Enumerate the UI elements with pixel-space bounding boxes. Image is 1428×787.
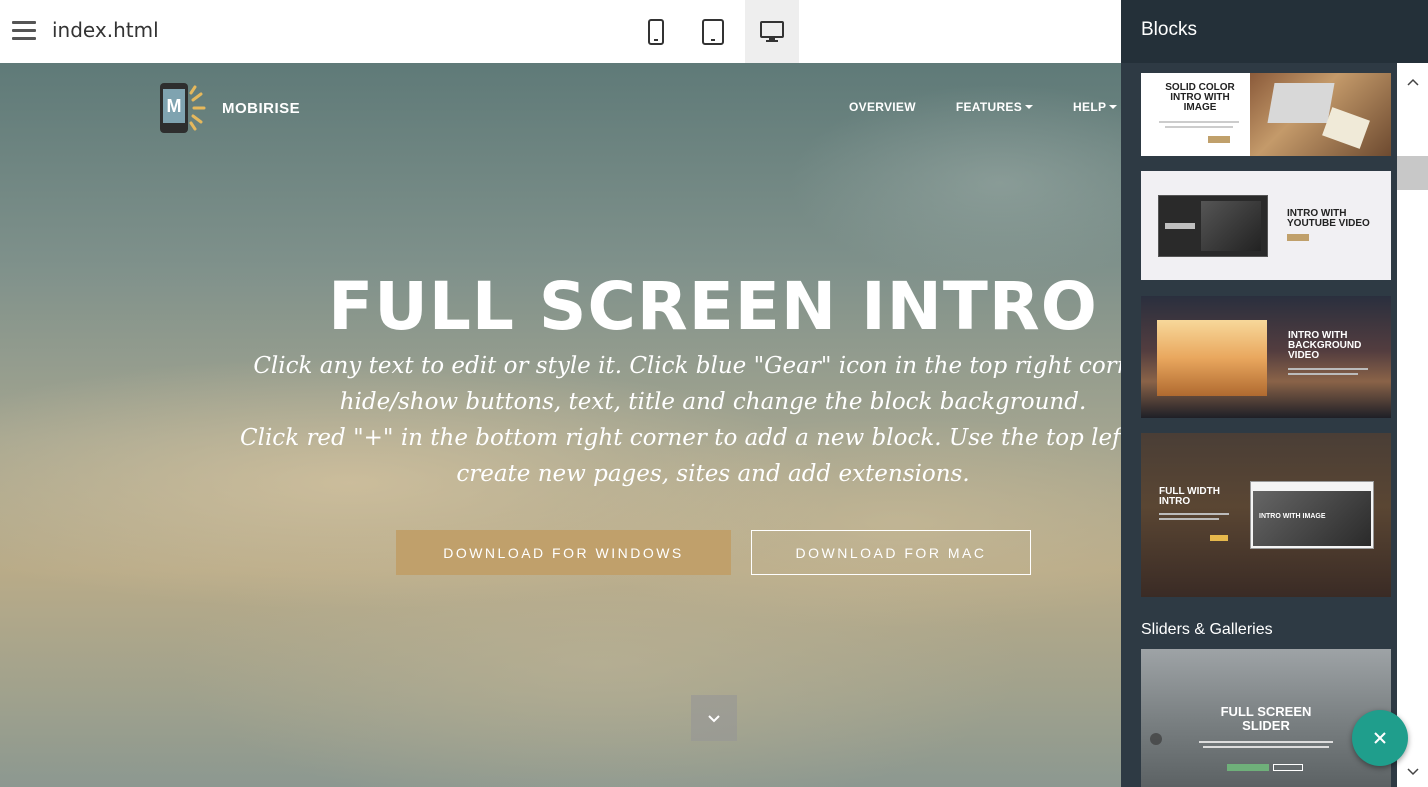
- hero-text-line: hide/show buttons, text, title and chang…: [339, 389, 1087, 415]
- main-nav: OVERVIEW FEATURES HELP: [849, 100, 1121, 114]
- scrollbar-thumb[interactable]: [1397, 156, 1428, 190]
- download-windows-button[interactable]: DOWNLOAD FOR WINDOWS: [396, 530, 731, 575]
- thumb-label: FULL SCREEN SLIDER: [1220, 704, 1312, 733]
- block-thumb-intro-youtube[interactable]: INTRO WITH YOUTUBE VIDEO: [1141, 171, 1391, 280]
- thumb-label: FULL WIDTH INTRO: [1159, 486, 1220, 507]
- thumb-label: SOLID COLOR INTRO WITH IMAGE: [1165, 82, 1235, 113]
- hero-title[interactable]: FULL SCREEN INTRO: [0, 268, 1121, 345]
- hero-text-line: Click red "+" in the bottom right corner…: [240, 425, 1121, 451]
- nav-overview[interactable]: OVERVIEW: [849, 100, 916, 114]
- blocks-panel: Blocks SOLID COLOR INTRO WITH IMAGE INTR…: [1121, 0, 1428, 787]
- brand-name: MOBIRISE: [222, 99, 301, 117]
- desktop-icon: [760, 20, 784, 42]
- top-bar: index.html: [0, 0, 1121, 63]
- block-thumb-full-width-intro[interactable]: FULL WIDTH INTRO INTRO WITH IMAGE: [1141, 433, 1391, 597]
- scroll-down-button[interactable]: [691, 695, 737, 741]
- panel-scrollbar[interactable]: [1397, 63, 1428, 787]
- caret-down-icon: [1109, 105, 1118, 109]
- nav-features[interactable]: FEATURES: [956, 100, 1034, 114]
- menu-icon[interactable]: [12, 21, 36, 41]
- file-name: index.html: [52, 18, 159, 42]
- close-icon: [1374, 732, 1386, 744]
- hero-text-line: Click any text to edit or style it. Clic…: [253, 353, 1121, 379]
- hero-text[interactable]: Click any text to edit or style it. Clic…: [240, 348, 1121, 492]
- logo-icon: M: [158, 83, 210, 133]
- nav-help[interactable]: HELP: [1073, 100, 1118, 114]
- hero-section: M MOBIRISE OVERVIEW FEATURES HELP FULL S…: [0, 63, 1121, 787]
- thumb-label: INTRO WITH BACKGROUND VIDEO: [1288, 330, 1362, 361]
- scroll-up-button[interactable]: [1397, 71, 1428, 93]
- block-thumb-intro-background-video[interactable]: INTRO WITH BACKGROUND VIDEO: [1141, 296, 1391, 418]
- chevron-down-icon: [1406, 768, 1419, 776]
- thumb-label: INTRO WITH YOUTUBE VIDEO: [1287, 208, 1370, 229]
- caret-down-icon: [1025, 105, 1034, 109]
- phone-icon: [648, 18, 664, 45]
- tablet-view-button[interactable]: [686, 0, 740, 63]
- chevron-up-icon: [1406, 78, 1419, 86]
- thumb-inner-label: INTRO WITH IMAGE: [1259, 513, 1326, 520]
- panel-title: Blocks: [1141, 19, 1197, 40]
- block-thumb-solid-color-intro[interactable]: SOLID COLOR INTRO WITH IMAGE: [1141, 73, 1391, 156]
- hero-text-line: create new pages, sites and add extensio…: [456, 461, 970, 487]
- brand-logo[interactable]: M MOBIRISE: [158, 83, 300, 133]
- phone-view-button[interactable]: [629, 0, 683, 63]
- scroll-down-arrow[interactable]: [1397, 761, 1428, 783]
- panel-header: Blocks: [1121, 0, 1428, 63]
- desktop-view-button[interactable]: [745, 0, 799, 63]
- close-button[interactable]: [1352, 710, 1408, 766]
- tablet-icon: [702, 18, 724, 45]
- block-thumb-full-screen-slider[interactable]: FULL SCREEN SLIDER: [1141, 649, 1391, 787]
- chevron-down-icon: [708, 714, 720, 722]
- download-mac-button[interactable]: DOWNLOAD FOR MAC: [751, 530, 1031, 575]
- section-label: Sliders & Galleries: [1141, 621, 1273, 638]
